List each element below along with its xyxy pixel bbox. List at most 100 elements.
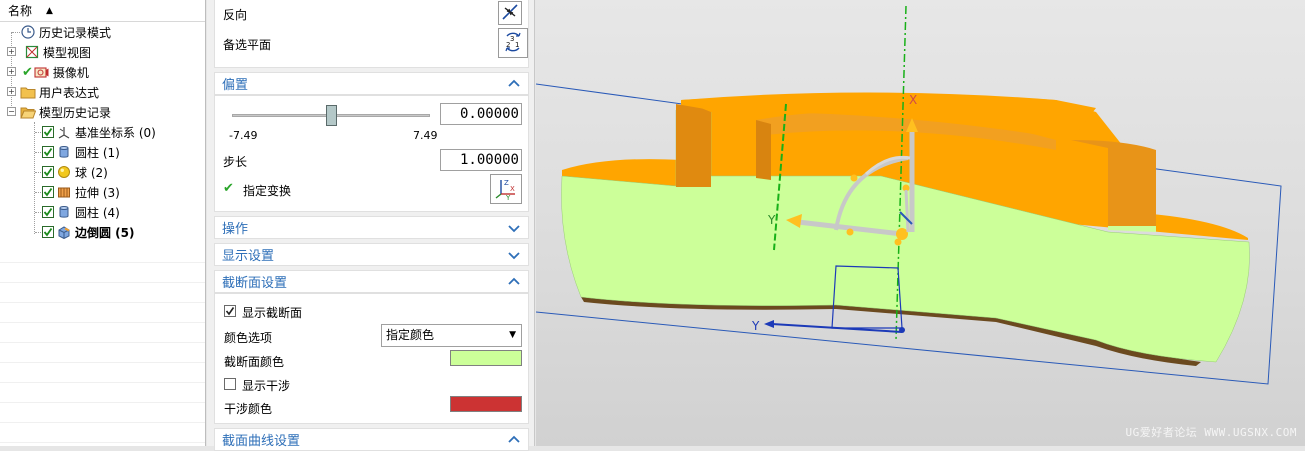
tree-node-label: 模型视图 [43, 45, 92, 60]
cylinder-icon [56, 144, 72, 160]
collapse-toggle-icon[interactable]: − [7, 107, 16, 116]
axis-y-label: Y [767, 213, 776, 227]
show-section-checkbox[interactable] [224, 305, 236, 317]
offset-section-title: 偏置 [222, 78, 249, 93]
forum-watermark: UG爱好者论坛 WWW.UGSNX.COM [1125, 426, 1297, 439]
svg-text:Z: Z [504, 179, 509, 187]
offset-card: 0.00000 -7.49 7.49 步长 1.00000 ✔ 指定变换 ZXY [214, 95, 529, 212]
offset-value-input[interactable]: 0.00000 [440, 103, 522, 125]
sort-ascending-icon: ▲ [46, 5, 53, 16]
tree-node-model-views[interactable]: + 模型视图 [0, 42, 205, 62]
expand-toggle-icon[interactable]: + [7, 47, 16, 56]
color-option-label: 颜色选项 [224, 331, 273, 345]
svg-text:3: 3 [510, 35, 514, 43]
part-navigator: 名称 ▲ 历史记录模式 + 模型视图 + ✔ 摄像机 + 用户表达式 − 模型历… [0, 0, 206, 446]
bottom-axis-y-label: Y [751, 319, 760, 333]
dropdown-arrow-icon: ▼ [509, 330, 516, 340]
feature-checkbox[interactable] [42, 146, 54, 158]
cylinder-icon [56, 204, 72, 220]
interference-color-swatch[interactable] [450, 396, 522, 412]
folder-icon [20, 84, 36, 100]
clock-icon [20, 24, 36, 40]
display-settings-title: 显示设置 [222, 249, 275, 264]
section-color-label: 截断面颜色 [224, 355, 285, 369]
column-header-name[interactable]: 名称 ▲ [0, 0, 205, 22]
reverse-direction-button[interactable] [498, 1, 522, 25]
datum-csys-icon [56, 124, 72, 140]
tree-node-edge-blend-5[interactable]: 边倒圆 (5) [0, 222, 205, 242]
column-header-label: 名称 [8, 4, 33, 18]
specify-transform-button[interactable]: ZXY [490, 174, 522, 204]
alt-plane-label: 备选平面 [223, 38, 272, 52]
chevron-up-icon [507, 433, 521, 447]
show-interference-label: 显示干涉 [242, 379, 291, 393]
graphics-viewport[interactable]: X Y Y UG爱好者论坛 WWW.UGSNX.COM [536, 0, 1305, 446]
status-checkmark-icon: ✔ [223, 181, 234, 196]
tree-node-label: 摄像机 [52, 65, 89, 80]
plane-card: 反向 备选平面 321 [214, 0, 529, 68]
tree-node-label: 基准坐标系 (0) [75, 125, 156, 140]
interference-color-label: 干涉颜色 [224, 402, 273, 416]
reverse-direction-icon [501, 3, 519, 24]
offset-slider-thumb[interactable] [325, 105, 337, 126]
chevron-up-icon [507, 77, 521, 91]
tree-node-label: 模型历史记录 [39, 105, 112, 120]
alternate-plane-button[interactable]: 321 [498, 28, 528, 58]
section-curve-settings-title: 截面曲线设置 [222, 434, 301, 449]
right-step-section [1108, 226, 1156, 232]
view-section-dialog: 反向 备选平面 321 偏置 0.00000 -7.49 7.49 步长 1.0… [207, 0, 535, 451]
svg-text:2: 2 [506, 41, 510, 49]
chevron-down-icon [507, 248, 521, 262]
sphere-icon [56, 164, 72, 180]
operations-section-header[interactable]: 操作 [214, 216, 529, 239]
section-color-swatch[interactable] [450, 350, 522, 366]
expand-toggle-icon[interactable]: + [7, 87, 16, 96]
feature-checkbox[interactable] [42, 186, 54, 198]
show-interference-checkbox[interactable] [224, 378, 236, 390]
visible-checkmark-icon: ✔ [22, 64, 33, 80]
tree-node-label: 历史记录模式 [39, 25, 112, 40]
tree-node-label: 圆柱 (1) [75, 145, 120, 160]
tree-node-history-mode[interactable]: 历史记录模式 [0, 22, 205, 42]
color-option-value: 指定颜色 [386, 328, 435, 342]
tree-node-label: 拉伸 (3) [75, 185, 120, 200]
feature-checkbox[interactable] [42, 226, 54, 238]
svg-text:X: X [510, 185, 515, 193]
tree-node-datum-csys[interactable]: 基准坐标系 (0) [0, 122, 205, 142]
inner-ring-wall [756, 120, 771, 180]
tree-node-extrude-3[interactable]: 拉伸 (3) [0, 182, 205, 202]
model-scene: X Y Y [536, 5, 1282, 385]
tree-node-cameras[interactable]: + ✔ 摄像机 [0, 62, 205, 82]
slider-min-label: -7.49 [229, 129, 258, 142]
tree-node-sphere-2[interactable]: 球 (2) [0, 162, 205, 182]
color-option-select[interactable]: 指定颜色 ▼ [381, 324, 522, 347]
expand-toggle-icon[interactable]: + [7, 67, 16, 76]
section-curve-settings-header[interactable]: 截面曲线设置 [214, 428, 529, 451]
feature-checkbox[interactable] [42, 206, 54, 218]
tree-node-cylinder-1[interactable]: 圆柱 (1) [0, 142, 205, 162]
alternate-plane-icon: 321 [501, 30, 525, 57]
folder-open-icon [20, 104, 36, 120]
tree-node-cylinder-4[interactable]: 圆柱 (4) [0, 202, 205, 222]
svg-text:1: 1 [515, 41, 519, 49]
chevron-up-icon [507, 275, 521, 289]
section-settings-title: 截断面设置 [222, 276, 288, 291]
feature-checkbox[interactable] [42, 126, 54, 138]
chevron-down-icon [507, 221, 521, 235]
show-section-label: 显示截断面 [242, 306, 303, 320]
feature-checkbox[interactable] [42, 166, 54, 178]
operations-section-title: 操作 [222, 222, 249, 237]
csys-transform-icon: ZXY [493, 176, 519, 203]
step-value-input[interactable]: 1.00000 [440, 149, 522, 171]
model-view-icon [24, 44, 40, 60]
offset-section-header[interactable]: 偏置 [214, 72, 529, 95]
section-settings-header[interactable]: 截断面设置 [214, 270, 529, 293]
tree-node-label: 球 (2) [75, 165, 108, 180]
boss-left-wall [676, 104, 711, 187]
display-settings-section-header[interactable]: 显示设置 [214, 243, 529, 266]
tree-node-user-expressions[interactable]: + 用户表达式 [0, 82, 205, 102]
reverse-label: 反向 [223, 8, 248, 22]
step-label: 步长 [223, 155, 248, 169]
tree-node-model-history[interactable]: − 模型历史记录 [0, 102, 205, 122]
tree-node-label: 用户表达式 [39, 85, 100, 100]
